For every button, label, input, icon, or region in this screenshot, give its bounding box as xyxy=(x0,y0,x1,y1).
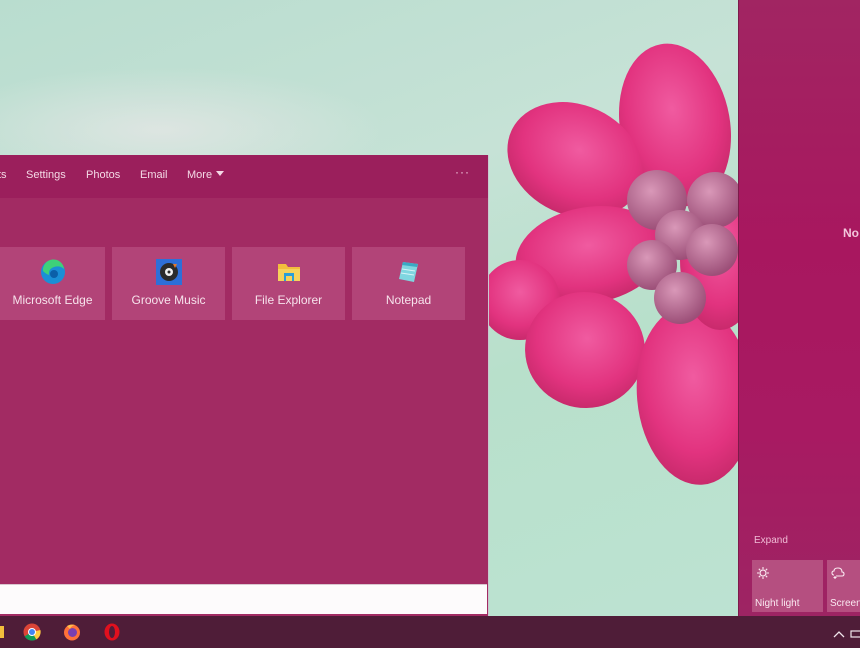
top-app-tile-groove-music[interactable]: Groove Music xyxy=(112,247,225,320)
top-app-tile-notepad[interactable]: Notepad xyxy=(352,247,465,320)
quick-action-night-light[interactable]: Night light xyxy=(752,560,823,612)
start-menu-tab-bar: ts Settings Photos Email More ··· xyxy=(0,155,488,198)
expand-button[interactable]: Expand xyxy=(754,535,788,546)
quick-action-label: Night light xyxy=(755,598,800,609)
file-explorer-taskbar-icon[interactable] xyxy=(0,623,4,641)
night-light-icon xyxy=(757,567,769,579)
show-hidden-icons-chevron-icon[interactable] xyxy=(833,626,845,644)
search-input[interactable] xyxy=(0,584,487,614)
tab-apps[interactable]: ts xyxy=(0,169,7,181)
tab-settings[interactable]: Settings xyxy=(26,169,66,181)
notepad-icon xyxy=(396,259,422,285)
action-center-panel: No Expand Night light Screen xyxy=(738,0,860,616)
tab-more-label: More xyxy=(187,169,213,181)
opera-icon[interactable] xyxy=(103,623,121,641)
top-app-tile-edge[interactable]: Microsoft Edge xyxy=(0,247,105,320)
caret-down-icon xyxy=(216,171,225,176)
no-notifications-text: No xyxy=(843,226,859,240)
groove-music-icon xyxy=(155,259,182,285)
chrome-icon[interactable] xyxy=(23,623,41,641)
start-menu: ts Settings Photos Email More ··· xyxy=(0,155,489,616)
quick-action-label: Screen xyxy=(830,598,860,609)
firefox-icon[interactable] xyxy=(63,623,81,641)
screen-snip-icon xyxy=(831,567,845,579)
taskbar xyxy=(0,616,860,648)
more-options-button[interactable]: ··· xyxy=(455,165,470,179)
tab-email[interactable]: Email xyxy=(140,169,168,181)
tab-more[interactable]: More xyxy=(187,169,225,181)
network-icon[interactable] xyxy=(850,626,860,644)
quick-action-screen-snip[interactable]: Screen xyxy=(827,560,860,612)
tab-photos[interactable]: Photos xyxy=(86,169,120,181)
file-explorer-icon xyxy=(276,259,302,285)
edge-icon xyxy=(40,259,66,285)
top-app-label: Groove Music xyxy=(131,293,206,307)
top-app-label: File Explorer xyxy=(254,293,323,307)
top-app-label: Microsoft Edge xyxy=(12,293,93,307)
top-app-tile-file-explorer[interactable]: File Explorer xyxy=(232,247,345,320)
top-app-label: Notepad xyxy=(385,293,432,307)
